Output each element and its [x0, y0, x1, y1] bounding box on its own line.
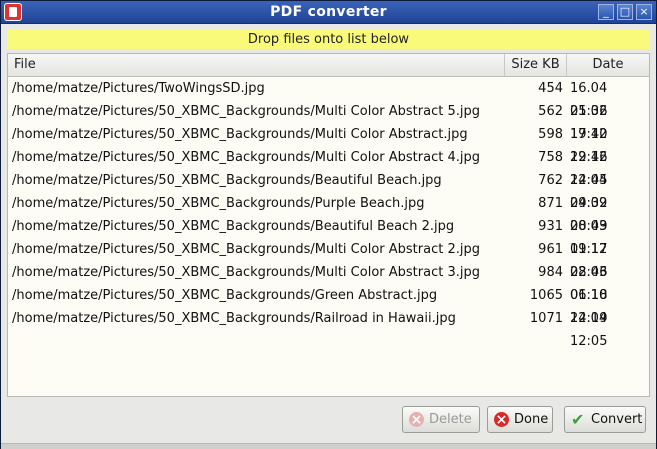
list-header: File Size KB Date: [8, 54, 649, 77]
file-row[interactable]: /home/matze/Pictures/50_XBMC_Backgrounds…: [8, 123, 649, 165]
file-list[interactable]: File Size KB Date /home/matze/Pictures/T…: [7, 53, 650, 397]
done-button[interactable]: Done: [487, 406, 553, 433]
drop-files-banner: Drop files onto list below: [7, 30, 650, 49]
file-size: 758: [538, 150, 563, 165]
window-bottom-border: [1, 443, 656, 449]
file-size: 961: [538, 242, 563, 257]
pdf-converter-window: PDF converter _ □ × Drop files onto list…: [0, 0, 657, 449]
file-path: /home/matze/Pictures/50_XBMC_Backgrounds…: [12, 173, 442, 188]
file-path: /home/matze/Pictures/50_XBMC_Backgrounds…: [12, 265, 480, 280]
file-path: /home/matze/Pictures/50_XBMC_Backgrounds…: [12, 150, 480, 165]
column-header-date[interactable]: Date: [567, 54, 649, 76]
file-path: /home/matze/Pictures/TwoWingsSD.jpg: [12, 81, 265, 96]
checkmark-icon: [571, 407, 586, 432]
file-size: 1071: [529, 311, 563, 326]
convert-button-label: Convert: [591, 412, 643, 427]
file-row[interactable]: /home/matze/Pictures/50_XBMC_Backgrounds…: [8, 169, 649, 211]
file-path: /home/matze/Pictures/50_XBMC_Backgrounds…: [12, 219, 455, 234]
file-row[interactable]: /home/matze/Pictures/50_XBMC_Backgrounds…: [8, 192, 649, 234]
close-circle-icon: [494, 408, 509, 433]
file-path: /home/matze/Pictures/50_XBMC_Backgrounds…: [12, 127, 468, 142]
file-row[interactable]: /home/matze/Pictures/50_XBMC_Backgrounds…: [8, 307, 649, 349]
file-path: /home/matze/Pictures/50_XBMC_Backgrounds…: [12, 242, 480, 257]
done-button-label: Done: [514, 412, 549, 427]
file-size: 598: [538, 127, 563, 142]
file-size: 984: [538, 265, 563, 280]
column-header-file[interactable]: File: [8, 54, 505, 76]
file-row[interactable]: /home/matze/Pictures/50_XBMC_Backgrounds…: [8, 146, 649, 188]
column-header-size[interactable]: Size KB: [505, 54, 567, 76]
file-path: /home/matze/Pictures/50_XBMC_Backgrounds…: [12, 288, 438, 303]
file-row[interactable]: /home/matze/Pictures/TwoWingsSD.jpg 454 16…: [8, 77, 649, 119]
file-path: /home/matze/Pictures/50_XBMC_Backgrounds…: [12, 196, 425, 211]
file-row[interactable]: /home/matze/Pictures/50_XBMC_Backgrounds…: [8, 261, 649, 303]
file-row[interactable]: /home/matze/Pictures/50_XBMC_Backgrounds…: [8, 284, 649, 326]
window-title: PDF converter: [270, 4, 387, 20]
minimize-button[interactable]: _: [598, 4, 614, 20]
file-path: /home/matze/Pictures/50_XBMC_Backgrounds…: [12, 104, 480, 119]
file-path: /home/matze/Pictures/50_XBMC_Backgrounds…: [12, 311, 456, 326]
file-size: 562: [538, 104, 563, 119]
file-size: 762: [538, 173, 563, 188]
file-rows: /home/matze/Pictures/TwoWingsSD.jpg 454 16…: [8, 77, 649, 349]
file-size: 931: [538, 219, 563, 234]
convert-button[interactable]: Convert: [564, 406, 646, 433]
close-button[interactable]: ×: [636, 4, 652, 20]
file-row[interactable]: /home/matze/Pictures/50_XBMC_Backgrounds…: [8, 238, 649, 280]
file-size: 871: [538, 196, 563, 211]
file-row[interactable]: /home/matze/Pictures/50_XBMC_Backgrounds…: [8, 100, 649, 142]
delete-icon: [409, 408, 424, 433]
delete-button[interactable]: Delete: [402, 406, 480, 433]
file-date: 14.04 12:05: [570, 311, 608, 349]
delete-button-label: Delete: [429, 412, 472, 427]
file-row[interactable]: /home/matze/Pictures/50_XBMC_Backgrounds…: [8, 215, 649, 257]
file-size: 454: [538, 81, 563, 96]
maximize-button[interactable]: □: [617, 4, 633, 20]
file-size: 1065: [529, 288, 563, 303]
title-bar[interactable]: PDF converter _ □ ×: [1, 1, 656, 24]
